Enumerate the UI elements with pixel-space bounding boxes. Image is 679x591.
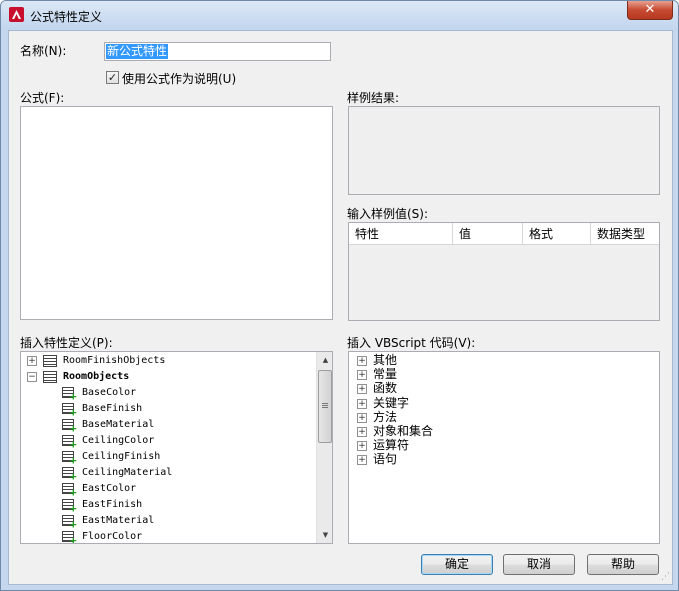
property-tree-item[interactable]: + EastColor bbox=[21, 481, 315, 499]
vbscript-tree-item-label: 对象和集合 bbox=[373, 424, 434, 438]
insert-vbscript-label: 插入 VBScript 代码(V): bbox=[347, 336, 476, 350]
formula-editor[interactable] bbox=[20, 106, 333, 320]
sample-values-table[interactable]: 特性 值 格式 数据类型 bbox=[348, 222, 660, 321]
add-property-icon: + bbox=[70, 486, 77, 499]
property-tree-item-label: RoomFinishObjects bbox=[63, 355, 166, 366]
table-icon bbox=[43, 355, 57, 367]
expand-icon[interactable]: + bbox=[357, 398, 367, 409]
scroll-grip-icon bbox=[322, 403, 328, 404]
property-tree-item-label: RoomObjects bbox=[63, 371, 130, 382]
property-tree-item-label: CeilingFinish bbox=[82, 451, 161, 462]
expand-icon[interactable]: + bbox=[357, 412, 367, 423]
table-icon bbox=[43, 371, 57, 383]
property-tree-item-label: EastFinish bbox=[82, 499, 143, 510]
vbscript-tree-item-label: 其他 bbox=[373, 353, 398, 367]
formula-label: 公式(F): bbox=[20, 91, 65, 105]
sample-result-box bbox=[348, 106, 660, 195]
property-tree-item-label: BaseMaterial bbox=[82, 419, 155, 430]
add-property-icon: + bbox=[70, 470, 77, 483]
property-tree-item[interactable]: + EastFinish bbox=[21, 497, 315, 515]
vbscript-tree-item-label: 函数 bbox=[373, 381, 398, 396]
scroll-thumb[interactable] bbox=[318, 370, 332, 443]
vbscript-tree-item-label: 语句 bbox=[373, 452, 398, 467]
expand-icon[interactable]: + bbox=[357, 384, 367, 395]
scroll-up-arrow[interactable]: ▲ bbox=[317, 352, 332, 368]
property-tree-item[interactable]: + FloorColor bbox=[21, 529, 315, 544]
cancel-button[interactable]: 取消 bbox=[503, 554, 575, 575]
sample-result-label: 样例结果: bbox=[347, 91, 400, 105]
add-property-icon: + bbox=[70, 406, 77, 419]
expand-icon[interactable]: + bbox=[357, 455, 367, 466]
column-header-value[interactable]: 值 bbox=[453, 223, 523, 245]
add-property-icon: + bbox=[70, 518, 77, 531]
help-button[interactable]: 帮助 bbox=[587, 554, 659, 575]
expand-icon[interactable]: + bbox=[357, 370, 367, 381]
use-formula-checkbox[interactable]: ✓ bbox=[106, 71, 119, 84]
property-tree-item[interactable]: + BaseFinish bbox=[21, 401, 315, 419]
property-tree-scrollbar[interactable]: ▲ ▼ bbox=[316, 352, 332, 543]
resize-grip-icon[interactable]: ⋰ bbox=[661, 572, 670, 582]
scroll-down-arrow[interactable]: ▼ bbox=[317, 527, 332, 543]
ok-button[interactable]: 确定 bbox=[421, 554, 493, 575]
property-tree-item-label: CeilingColor bbox=[82, 435, 155, 446]
property-tree-item-label: EastColor bbox=[82, 483, 137, 494]
window-title: 公式特性定义 bbox=[30, 10, 103, 24]
property-tree-item-label: EastMaterial bbox=[82, 515, 155, 526]
name-input[interactable]: 新公式特性 bbox=[104, 42, 331, 61]
property-tree-item[interactable]: + CeilingFinish bbox=[21, 449, 315, 467]
collapse-icon[interactable]: − bbox=[27, 372, 37, 382]
vbscript-tree-item-label: 常量 bbox=[373, 367, 398, 382]
property-tree-item[interactable]: + BaseMaterial bbox=[21, 417, 315, 435]
property-tree-item-label: BaseFinish bbox=[82, 403, 143, 414]
use-formula-label: 使用公式作为说明(U) bbox=[122, 72, 237, 86]
property-tree-item-label: BaseColor bbox=[82, 387, 137, 398]
property-tree-item[interactable]: + CeilingColor bbox=[21, 433, 315, 451]
vbscript-tree-item-label: 关键字 bbox=[373, 395, 410, 410]
property-tree-item[interactable]: + BaseColor bbox=[21, 385, 315, 403]
add-property-icon: + bbox=[70, 454, 77, 467]
expand-icon[interactable]: + bbox=[357, 427, 367, 437]
property-tree-item-label: CeilingMaterial bbox=[82, 467, 173, 478]
name-input-value: 新公式特性 bbox=[106, 44, 169, 59]
add-property-icon: + bbox=[70, 502, 77, 515]
dialog-client-area: 名称(N): 新公式特性 ✓ 使用公式作为说明(U) 公式(F): 样例结果: … bbox=[8, 30, 673, 585]
close-button[interactable]: ✕ bbox=[627, 1, 673, 20]
vbscript-tree-item-label: 方法 bbox=[373, 409, 398, 424]
property-tree-item[interactable]: + EastMaterial bbox=[21, 513, 315, 531]
add-property-icon: + bbox=[70, 390, 77, 403]
dialog-window: 公式特性定义 ✕ 名称(N): 新公式特性 ✓ 使用公式作为说明(U) 公式(F… bbox=[0, 0, 679, 591]
vbscript-tree-item-label: 运算符 bbox=[373, 438, 410, 453]
property-tree[interactable]: + FloorColor + EastMaterial + EastFinish + East… bbox=[20, 351, 333, 544]
column-header-data-type[interactable]: 数据类型 bbox=[591, 223, 659, 245]
insert-property-label: 插入特性定义(P): bbox=[20, 336, 113, 350]
column-header-format[interactable]: 格式 bbox=[523, 223, 591, 245]
vbscript-tree[interactable]: + 其他 + 常量 + 函数 + 关键字 + 方法 + 对象和集合 + 运算符 + 语句 bbox=[348, 351, 660, 544]
expand-icon[interactable]: + bbox=[27, 356, 37, 366]
name-label: 名称(N): bbox=[20, 44, 67, 58]
autocad-app-icon bbox=[9, 7, 24, 22]
expand-icon[interactable]: + bbox=[357, 441, 367, 452]
property-tree-item[interactable]: − RoomObjects bbox=[21, 369, 315, 385]
add-property-icon: + bbox=[70, 422, 77, 435]
property-tree-item-label: FloorColor bbox=[82, 531, 143, 542]
expand-icon[interactable]: + bbox=[357, 356, 367, 366]
add-property-icon: + bbox=[70, 438, 77, 451]
property-tree-item[interactable]: + CeilingMaterial bbox=[21, 465, 315, 483]
sample-values-label: 输入样例值(S): bbox=[347, 207, 429, 221]
column-header-property[interactable]: 特性 bbox=[349, 223, 453, 245]
title-bar[interactable]: 公式特性定义 ✕ bbox=[1, 1, 678, 29]
add-property-icon: + bbox=[70, 534, 77, 544]
property-tree-item[interactable]: + RoomFinishObjects bbox=[21, 353, 315, 369]
